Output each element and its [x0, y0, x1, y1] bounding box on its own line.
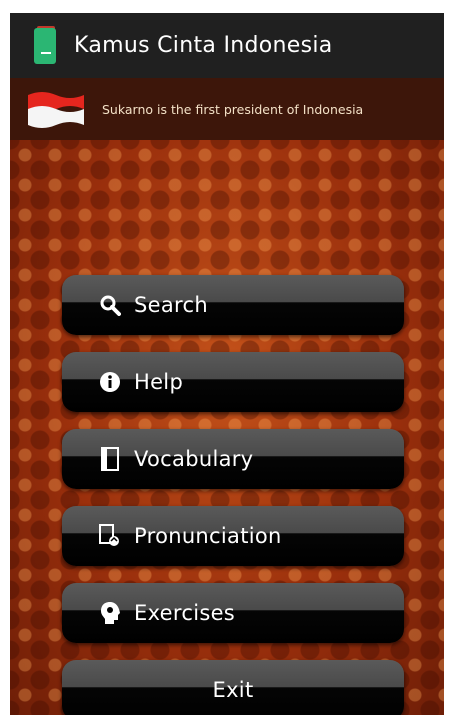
- search-button[interactable]: Search: [62, 275, 404, 335]
- exercises-button[interactable]: Exercises: [62, 583, 404, 643]
- pronunciation-button[interactable]: Pronunciation: [62, 506, 404, 566]
- exercise-head-icon: [98, 601, 122, 625]
- search-button-label: Search: [134, 293, 208, 317]
- search-icon: [98, 293, 122, 317]
- exit-button[interactable]: Exit: [62, 660, 404, 715]
- main-menu: Search Help Vocabulary Pronunciation Exe…: [62, 275, 404, 715]
- info-banner[interactable]: Sukarno is the first president of Indone…: [10, 78, 444, 140]
- help-button-label: Help: [134, 370, 184, 394]
- vocabulary-button[interactable]: Vocabulary: [62, 429, 404, 489]
- exit-button-label: Exit: [212, 678, 254, 702]
- indonesia-flag-icon: [24, 87, 88, 131]
- app-screen: Kamus Cinta Indonesia Sukarno is the fir…: [10, 13, 444, 715]
- info-icon: [98, 370, 122, 394]
- vocabulary-button-label: Vocabulary: [134, 447, 254, 471]
- app-title: Kamus Cinta Indonesia: [74, 33, 333, 58]
- pronunciation-icon: [98, 524, 122, 548]
- book-icon: [98, 447, 122, 471]
- help-button[interactable]: Help: [62, 352, 404, 412]
- banner-fact-text: Sukarno is the first president of Indone…: [102, 101, 364, 117]
- app-book-icon: [34, 25, 60, 66]
- action-bar: Kamus Cinta Indonesia: [10, 13, 444, 78]
- exercises-button-label: Exercises: [134, 601, 236, 625]
- pronunciation-button-label: Pronunciation: [134, 524, 282, 548]
